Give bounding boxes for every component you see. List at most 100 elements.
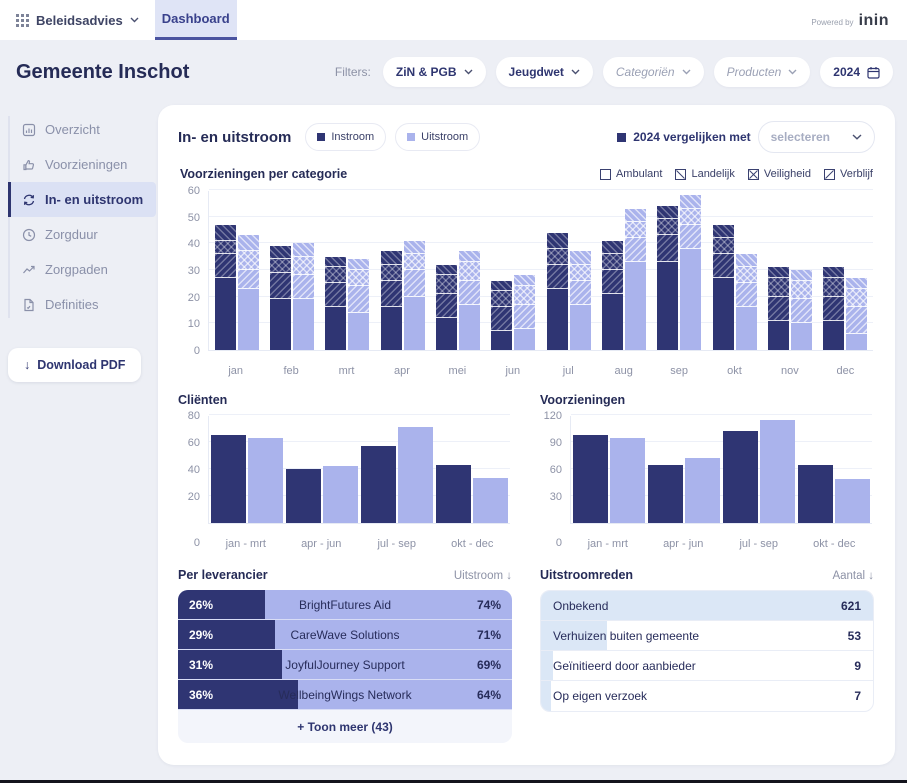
- supplier-name: BrightFutures Aid: [178, 590, 512, 620]
- x-tick-label: jul - sep: [721, 538, 797, 550]
- bar-group: [360, 416, 435, 523]
- instroom-bar: [436, 465, 471, 523]
- uitstroom-bar: [293, 243, 314, 350]
- segment-veiligheid: [459, 262, 480, 281]
- segment-veiligheid: [491, 291, 512, 307]
- segment-landelijk: [602, 270, 623, 294]
- bar-group: [707, 191, 762, 350]
- tab-dashboard[interactable]: Dashboard: [155, 0, 237, 40]
- legend-uitstroom[interactable]: Uitstroom: [395, 123, 480, 151]
- sidebar-item-label: Definities: [45, 297, 98, 312]
- reasons-sort-control[interactable]: Aantal ↓: [832, 570, 874, 582]
- segment-veiligheid: [436, 275, 457, 294]
- filter-year[interactable]: 2024: [820, 57, 893, 87]
- legend-landelijk[interactable]: Landelijk: [675, 168, 734, 180]
- reason-label: Op eigen verzoek: [553, 681, 647, 711]
- sidebar-item-in-en-uitstroom[interactable]: In- en uitstroom: [8, 182, 156, 217]
- filter-label: Categoriën: [616, 65, 675, 79]
- gridline: [571, 414, 872, 415]
- x-tick-label: okt - dec: [797, 538, 873, 550]
- bar-group: [646, 416, 721, 523]
- segment-ambulant: [270, 299, 291, 350]
- segment-veiligheid: [791, 281, 812, 300]
- sidebar-item-zorgduur[interactable]: Zorgduur: [8, 217, 156, 252]
- download-pdf-button[interactable]: ↓ Download PDF: [8, 348, 141, 382]
- filter-label: ZiN & PGB: [396, 65, 457, 79]
- filter-wet[interactable]: Jeugdwet: [496, 57, 593, 87]
- uitstroom-bar: [835, 479, 870, 523]
- segment-verblijf: [293, 243, 314, 256]
- uitstroom-bar: [323, 466, 358, 523]
- segment-verblijf: [238, 235, 259, 251]
- uitstroom-bar: [736, 254, 757, 350]
- uitstroom-bar: [404, 241, 425, 350]
- suppliers-sort-control[interactable]: Uitstroom ↓: [454, 570, 512, 582]
- instroom-bar: [713, 225, 734, 350]
- reason-value: 53: [848, 621, 861, 651]
- segment-landelijk: [713, 254, 734, 278]
- show-more-button[interactable]: + Toon meer (43): [178, 710, 512, 743]
- legend-veiligheid[interactable]: Veiligheid: [748, 168, 811, 180]
- x-tick-label: jan - mrt: [208, 538, 284, 550]
- segment-landelijk: [736, 283, 757, 307]
- page-header: Gemeente Inschot Filters: ZiN & PGB Jeug…: [0, 40, 907, 104]
- legend-ambulant[interactable]: Ambulant: [600, 168, 662, 180]
- reason-value-bar: [541, 681, 551, 711]
- segment-veiligheid: [404, 254, 425, 270]
- thumbs-up-icon: [22, 158, 36, 172]
- filter-financiering[interactable]: ZiN & PGB: [383, 57, 486, 87]
- supplier-name: WellbeingWings Network: [178, 680, 512, 710]
- legend-instroom[interactable]: Instroom: [305, 123, 386, 151]
- bar-group: [430, 191, 485, 350]
- sidebar-item-label: Overzicht: [45, 122, 100, 137]
- bar-group: [209, 416, 284, 523]
- uitstroom-bar: [610, 438, 645, 523]
- sidebar-item-zorgpaden[interactable]: Zorgpaden: [8, 252, 156, 287]
- x-tick-label: aug: [596, 365, 651, 377]
- x-axis-labels: jan - mrtapr - junjul - sepokt - dec: [570, 538, 872, 550]
- compare-select[interactable]: selecteren: [758, 121, 875, 153]
- filter-categorien[interactable]: Categoriën: [603, 57, 704, 87]
- segment-veiligheid: [514, 286, 535, 305]
- instroom-bar: [657, 206, 678, 350]
- uitstroom-bar: [459, 251, 480, 350]
- sidebar-item-overzicht[interactable]: Overzicht: [8, 112, 156, 147]
- brand-logo: Powered by inin: [811, 0, 907, 40]
- suppliers-block: Per leverancier Uitstroom ↓ 26%BrightFut…: [178, 568, 512, 743]
- year-label: 2024: [833, 65, 860, 79]
- sort-arrow-icon: ↓: [868, 570, 874, 582]
- instroom-bar: [381, 251, 402, 350]
- segment-ambulant: [736, 307, 757, 350]
- segment-landelijk: [404, 270, 425, 297]
- x-axis-labels: jan - mrtapr - junjul - sepokt - dec: [208, 538, 510, 550]
- clients-chart-block: Cliënten 020406080jan - mrtapr - junjul …: [178, 393, 512, 550]
- segment-verblijf: [768, 267, 789, 278]
- segment-ambulant: [846, 334, 867, 350]
- filter-producten[interactable]: Producten: [714, 57, 811, 87]
- x-tick-label: feb: [263, 365, 318, 377]
- sidebar-item-definities[interactable]: Definities: [8, 287, 156, 322]
- app-switcher[interactable]: Beleidsadvies: [0, 0, 155, 40]
- segment-veiligheid: [215, 241, 236, 254]
- segment-ambulant: [713, 278, 734, 350]
- segment-verblijf: [270, 246, 291, 259]
- trend-icon: [22, 263, 36, 277]
- legend-verblijf[interactable]: Verblijf: [824, 168, 873, 180]
- segment-verblijf: [514, 275, 535, 286]
- chevron-down-icon: [788, 69, 797, 75]
- sidebar-item-voorzieningen[interactable]: Voorzieningen: [8, 147, 156, 182]
- segment-landelijk: [348, 286, 369, 313]
- uitstroom-bar: [570, 251, 591, 350]
- reasons-header: Uitstroomreden Aantal ↓: [540, 568, 874, 582]
- monthly-bar-chart: 0102030405060janfebmrtaprmeijunjulaugsep…: [178, 191, 875, 377]
- calendar-icon: [867, 66, 880, 79]
- uitstroom-bar: [348, 259, 369, 350]
- segment-ambulant: [325, 307, 346, 350]
- chevron-down-icon: [852, 134, 862, 140]
- segment-landelijk: [325, 283, 346, 307]
- segment-veiligheid: [846, 289, 867, 308]
- segment-verblijf: [215, 225, 236, 241]
- instroom-bar: [823, 267, 844, 350]
- segment-verblijf: [325, 257, 346, 268]
- sidebar-item-label: Voorzieningen: [45, 157, 127, 172]
